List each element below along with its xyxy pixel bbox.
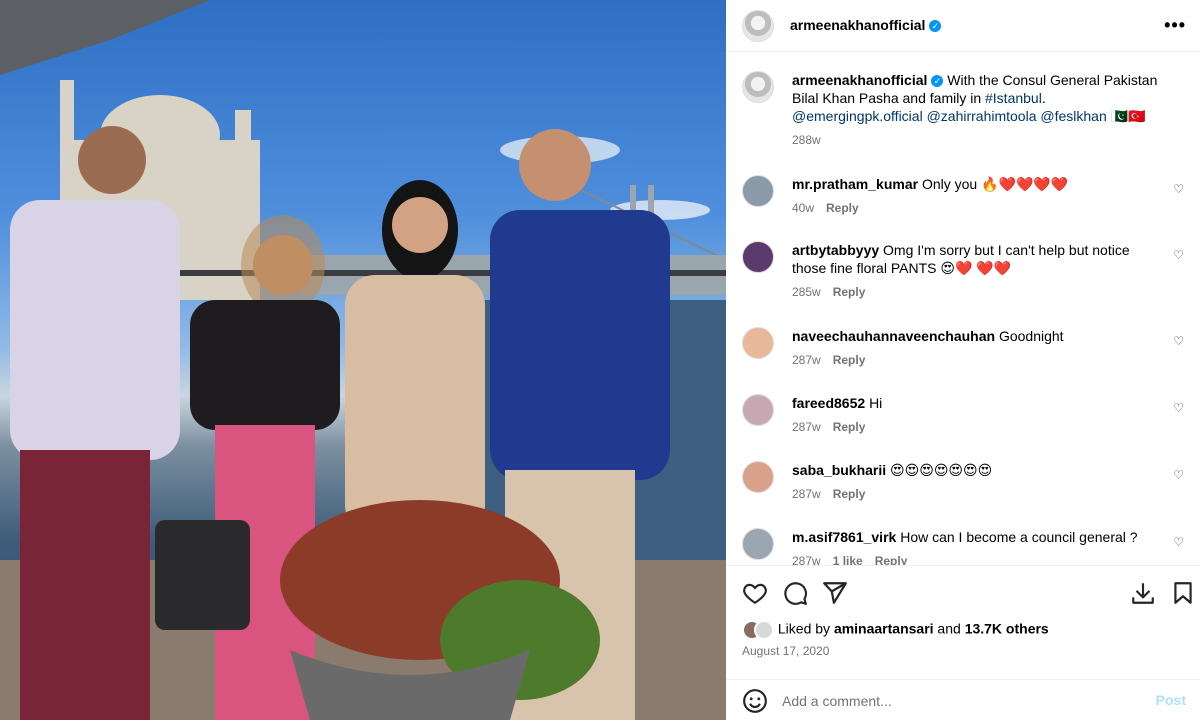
comment-time: 287w [792, 554, 821, 565]
comment-meta: 287w 1 like Reply [792, 552, 1162, 565]
comment-body: mr.pratham_kumar Only you 🔥❤️❤️❤️❤️ 40w Re… [792, 175, 1162, 217]
commenter-avatar[interactable] [742, 394, 774, 426]
author-username-text[interactable]: armeenakhanofficial [790, 17, 925, 33]
author-username[interactable]: armeenakhanofficial ✓ [790, 17, 942, 33]
share-icon[interactable] [822, 580, 848, 606]
comment-like-heart-icon[interactable]: ♡ [1173, 401, 1184, 415]
comment-text: Goodnight [998, 328, 1064, 344]
comment-like-heart-icon[interactable]: ♡ [1173, 535, 1184, 549]
comment-like-heart-icon[interactable]: ♡ [1173, 334, 1184, 348]
comment-like-heart-icon[interactable]: ♡ [1173, 468, 1184, 482]
comment-like-heart-icon[interactable]: ♡ [1173, 248, 1184, 262]
comment-body: artbytabbyyy Omg I'm sorry but I can't h… [792, 241, 1162, 301]
likes-summary: Liked by aminaartansari and 13.7K others [742, 620, 1049, 640]
commenter-username[interactable]: saba_bukharii [792, 462, 886, 478]
comment-likes[interactable]: 1 like [833, 554, 863, 565]
commenter-avatar[interactable] [742, 175, 774, 207]
commenter-avatar[interactable] [742, 528, 774, 560]
comment-bar: Post [726, 679, 1200, 720]
heart-icon[interactable] [742, 580, 768, 606]
reply-button[interactable]: Reply [826, 201, 859, 215]
liker-avatar [754, 620, 774, 640]
photo-illustration [0, 0, 726, 720]
comment-time: 287w [792, 420, 821, 434]
commenter-avatar[interactable] [742, 241, 774, 273]
commenter-avatar[interactable] [742, 327, 774, 359]
download-icon[interactable] [1130, 580, 1156, 606]
comment-time: 285w [792, 285, 821, 299]
more-options-icon[interactable]: ••• [1164, 16, 1186, 34]
reply-button[interactable]: Reply [833, 487, 866, 501]
caption-author-avatar[interactable] [742, 71, 774, 103]
post-side-panel: armeenakhanofficial ✓ ••• armeenakhanoffi… [726, 0, 1200, 720]
verified-badge-icon: ✓ [929, 20, 942, 32]
comment-meta: 285w Reply [792, 283, 1162, 301]
comment-meta: 40w Reply [792, 199, 1162, 217]
reply-button[interactable]: Reply [833, 285, 866, 299]
comment-text: How can I become a council general ? [900, 529, 1138, 545]
likes-count[interactable]: 13.7K others [965, 621, 1049, 637]
comment-time: 40w [792, 201, 815, 215]
post-date[interactable]: August 17, 2020 [742, 644, 829, 658]
likes-middle: and [933, 620, 965, 637]
commenter-username[interactable]: fareed8652 [792, 395, 865, 411]
emoji-icon[interactable] [742, 688, 768, 714]
commenter-avatar[interactable] [742, 461, 774, 493]
comment-text: 😍😍😍😍😍😍😍 [890, 462, 993, 478]
caption-username[interactable]: armeenakhanofficial [792, 72, 927, 88]
comment-body: m.asif7861_virk How can I become a counc… [792, 528, 1162, 565]
caption-text-end: . [1041, 90, 1046, 106]
comment-time: 287w [792, 487, 821, 501]
author-avatar[interactable] [742, 10, 774, 42]
bookmark-icon[interactable] [1170, 580, 1196, 606]
mention-links[interactable]: @emergingpk.official @zahirrahimtoola @f… [792, 108, 1107, 124]
commenter-username[interactable]: m.asif7861_virk [792, 529, 896, 545]
comment-like-heart-icon[interactable]: ♡ [1173, 182, 1184, 196]
comment-time: 287w [792, 353, 821, 367]
commenter-username[interactable]: mr.pratham_kumar [792, 176, 918, 192]
commenter-username[interactable]: naveechauhannaveenchauhan [792, 328, 995, 344]
comment-meta: 287w Reply [792, 418, 1162, 436]
comment-text: Only you 🔥❤️❤️❤️❤️ [921, 176, 1069, 192]
comment-text: Hi [869, 395, 883, 411]
comment-meta: 287w Reply [792, 485, 1162, 503]
post-comment-button[interactable]: Post [1156, 692, 1186, 708]
comment-icon[interactable] [782, 580, 808, 606]
caption-time: 288w [792, 133, 821, 147]
comment-body: saba_bukharii 😍😍😍😍😍😍😍 287w Reply [792, 461, 1162, 503]
comment-meta: 287w Reply [792, 351, 1162, 369]
comment-body: fareed8652 Hi 287w Reply [792, 394, 1162, 436]
verified-badge-icon: ✓ [931, 75, 944, 87]
comment-input[interactable] [782, 689, 1122, 713]
commenter-username[interactable]: artbytabbyyy [792, 242, 879, 258]
flag-emojis: 🇵🇰🇹🇷 [1110, 108, 1146, 124]
likes-prefix: Liked by [777, 620, 834, 637]
reply-button[interactable]: Reply [833, 420, 866, 434]
post-photo[interactable] [0, 0, 726, 720]
comment-body: naveechauhannaveenchauhan Goodnight 287w R… [792, 327, 1162, 369]
liker-username[interactable]: aminaartansari [834, 621, 934, 637]
caption-body: armeenakhanofficial ✓ With the Consul Gen… [792, 71, 1162, 149]
reply-button[interactable]: Reply [875, 554, 908, 565]
hashtag-link[interactable]: #Istanbul [985, 90, 1042, 106]
reply-button[interactable]: Reply [833, 353, 866, 367]
comments-list[interactable]: armeenakhanofficial ✓ With the Consul Gen… [726, 53, 1200, 565]
post-header: armeenakhanofficial ✓ ••• [726, 0, 1200, 52]
post-actions: Liked by aminaartansari and 13.7K others… [726, 565, 1200, 720]
